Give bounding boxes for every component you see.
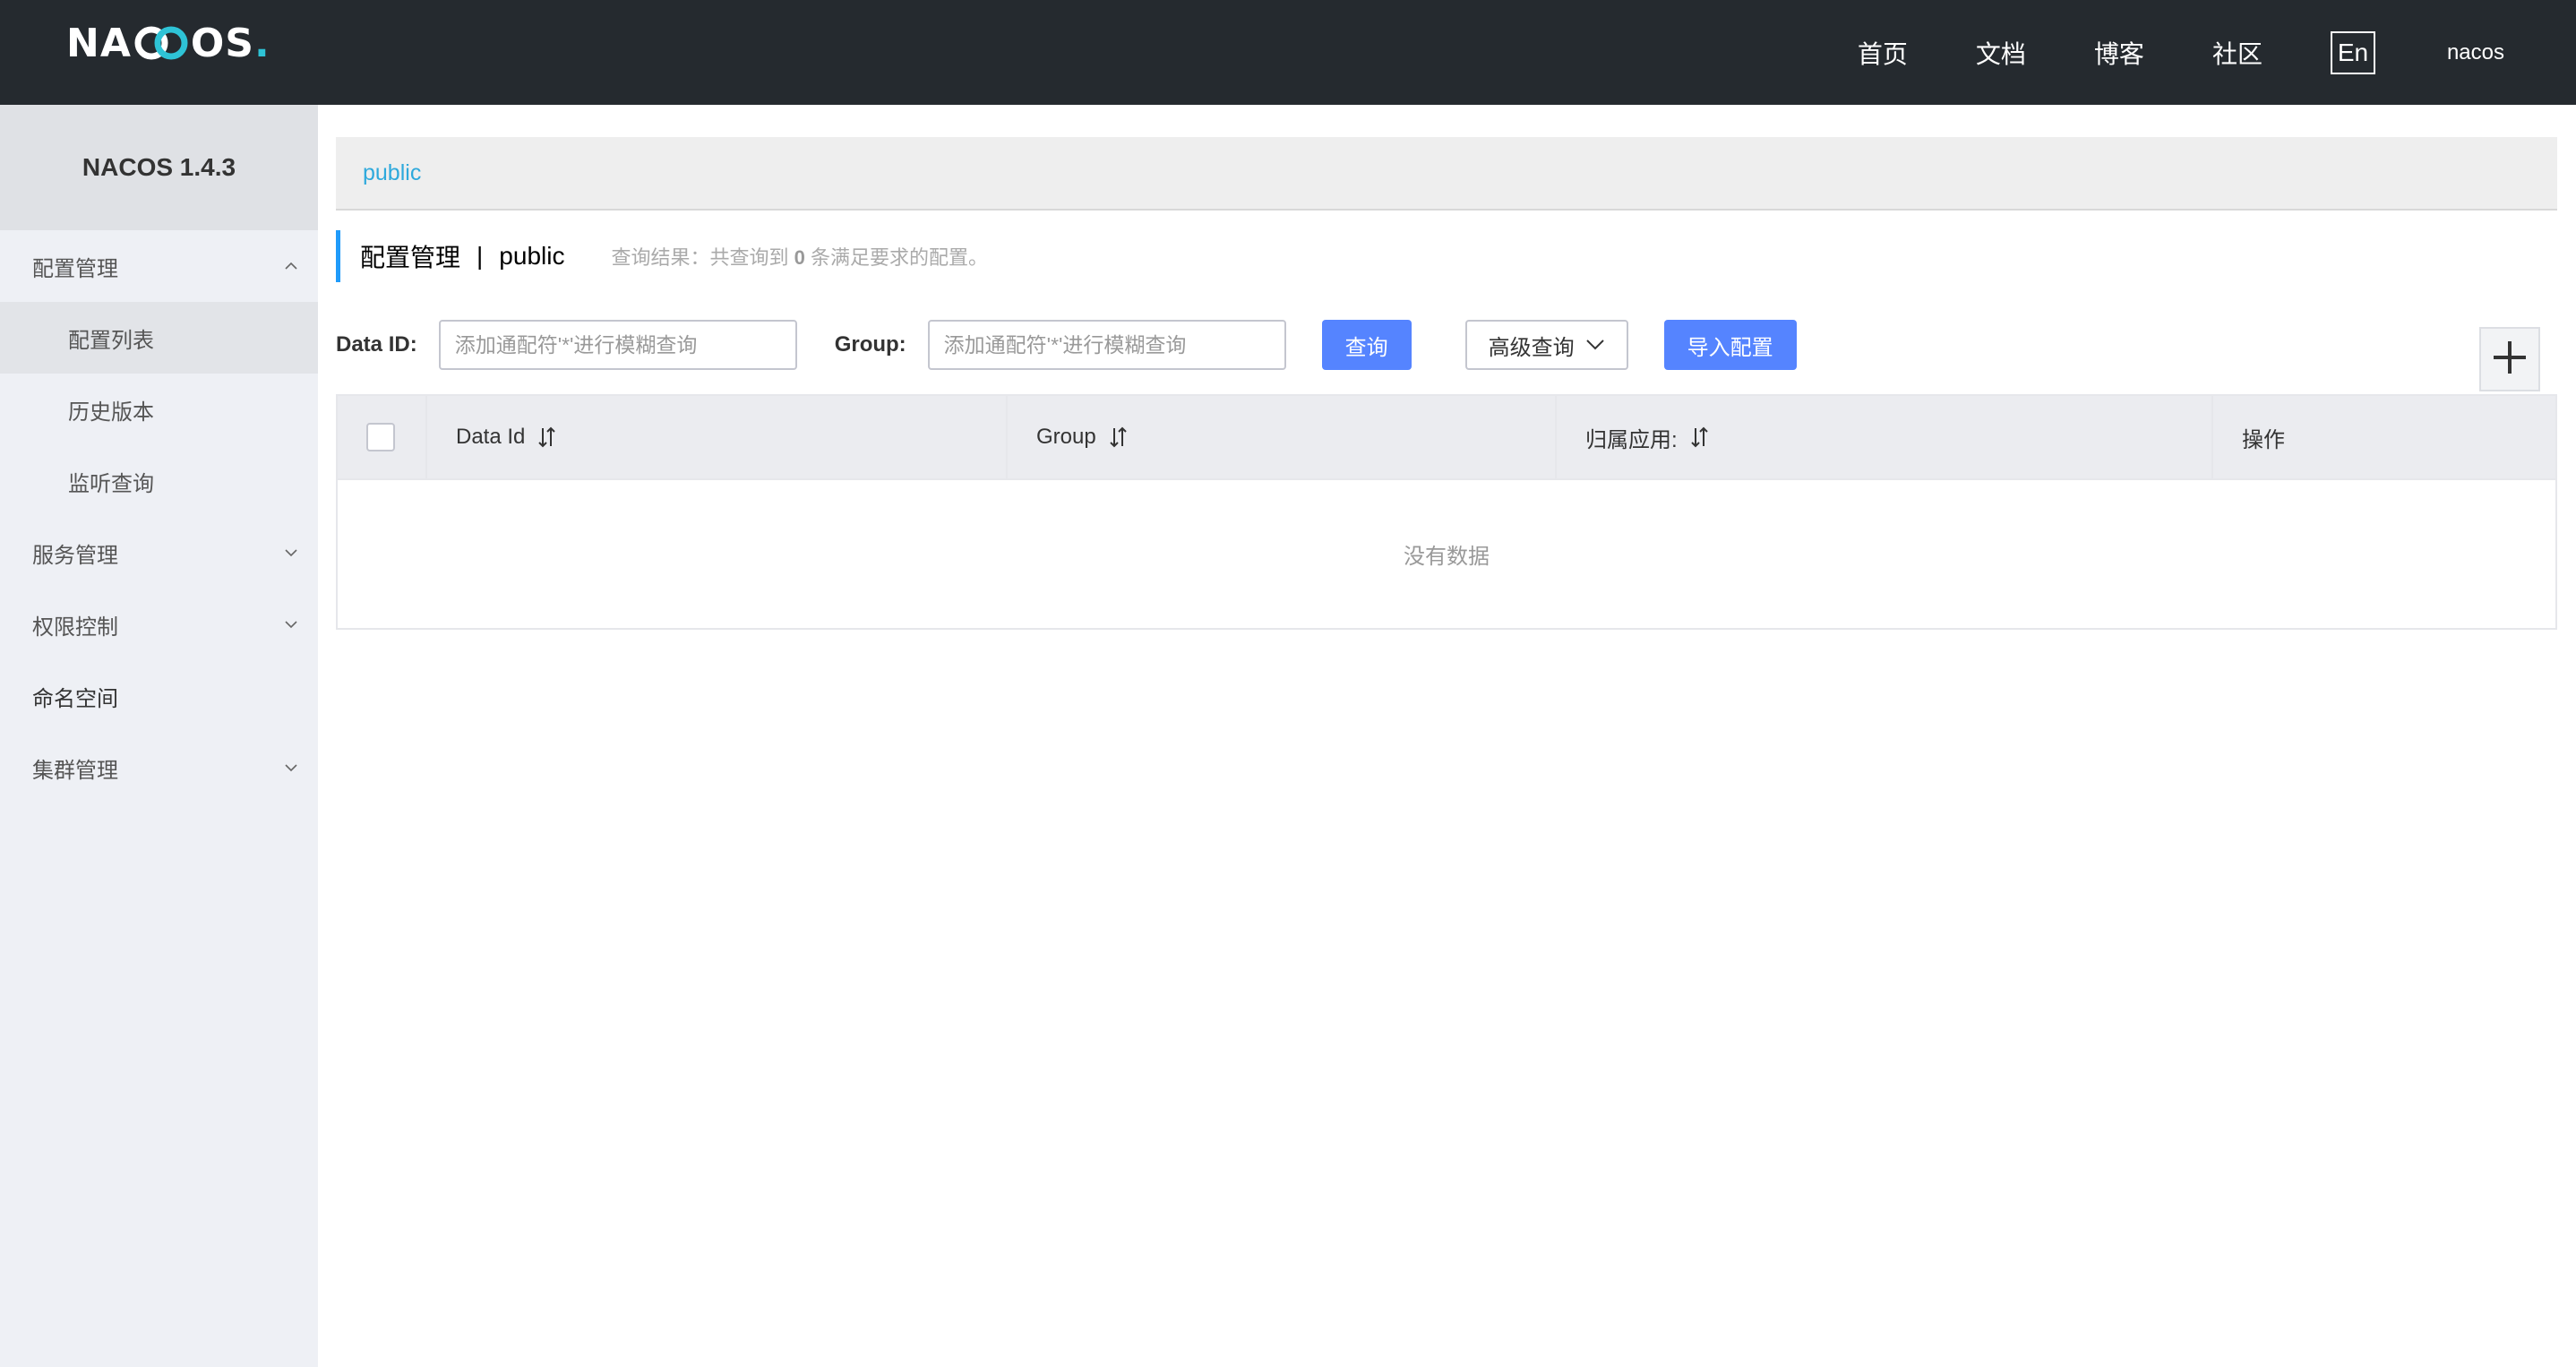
add-config-button[interactable] bbox=[2479, 327, 2540, 391]
username[interactable]: nacos bbox=[2447, 40, 2504, 65]
nav-blog-link[interactable]: 博客 bbox=[2094, 35, 2144, 71]
sidebar-item-label: 权限控制 bbox=[32, 615, 118, 640]
advanced-query-button[interactable]: 高级查询 bbox=[1464, 320, 1628, 370]
sidebar-title: NACOS 1.4.3 bbox=[0, 105, 318, 230]
column-header-label: Data Id bbox=[456, 425, 526, 449]
sidebar-item-service-management[interactable]: 服务管理 bbox=[0, 517, 318, 589]
sidebar-item-access-control[interactable]: 权限控制 bbox=[0, 589, 318, 660]
logo-dot: . bbox=[253, 20, 270, 66]
chevron-down-icon bbox=[284, 761, 298, 775]
result-suffix: 条满足要求的配置。 bbox=[810, 246, 988, 269]
sidebar-item-config-list[interactable]: 配置列表 bbox=[0, 302, 318, 374]
nav-docs-link[interactable]: 文档 bbox=[1976, 35, 2026, 71]
top-nav: 首页 文档 博客 社区 En nacos bbox=[1858, 0, 2576, 105]
logo-text-end: OS bbox=[190, 20, 254, 66]
empty-state-text: 没有数据 bbox=[1404, 545, 1490, 569]
data-id-label: Data ID: bbox=[336, 332, 417, 357]
column-header-app[interactable]: 归属应用: bbox=[1557, 396, 2213, 478]
select-all-checkbox[interactable] bbox=[366, 423, 395, 451]
select-all-cell bbox=[338, 396, 427, 478]
logo-text-start: NA bbox=[66, 20, 132, 66]
sidebar-item-label: 服务管理 bbox=[32, 543, 118, 568]
column-header-label: Group bbox=[1036, 425, 1096, 449]
sort-icon[interactable] bbox=[1690, 426, 1710, 449]
top-header: NA OS . 首页 文档 博客 社区 En nacos bbox=[0, 0, 2576, 105]
table-body: 没有数据 bbox=[338, 480, 2555, 628]
sidebar-item-label: 配置管理 bbox=[32, 256, 118, 281]
import-config-button[interactable]: 导入配置 bbox=[1663, 320, 1797, 370]
column-header-group[interactable]: Group bbox=[1008, 396, 1557, 478]
advanced-query-label: 高级查询 bbox=[1488, 335, 1575, 360]
sidebar-item-label: 历史版本 bbox=[68, 400, 154, 425]
namespace-bar: public bbox=[336, 137, 2557, 211]
group-label: Group: bbox=[834, 332, 906, 357]
sidebar: NACOS 1.4.3 配置管理 配置列表 历史版本 监听查询 服务管理 权限控… bbox=[0, 105, 318, 1367]
page-header: 配置管理 | public 查询结果：共查询到 0 条满足要求的配置。 bbox=[336, 230, 988, 282]
language-switch-button[interactable]: En bbox=[2330, 30, 2375, 74]
main-content: public 配置管理 | public 查询结果：共查询到 0 条满足要求的配… bbox=[318, 105, 2576, 1367]
sidebar-item-label: 命名空间 bbox=[32, 686, 118, 711]
chevron-up-icon bbox=[284, 259, 298, 273]
nacos-logo[interactable]: NA OS . bbox=[66, 20, 270, 66]
config-table: Data Id Group 归属应用: 操作 没有数据 bbox=[336, 394, 2557, 630]
column-header-label: 归属应用: bbox=[1585, 427, 1678, 452]
plus-icon bbox=[2490, 338, 2529, 382]
logo-ring-icon bbox=[133, 25, 189, 61]
sort-icon[interactable] bbox=[1109, 426, 1129, 449]
chevron-down-icon bbox=[284, 546, 298, 560]
sort-icon[interactable] bbox=[537, 426, 557, 449]
chevron-down-icon bbox=[1585, 332, 1605, 357]
sidebar-item-label: 监听查询 bbox=[68, 471, 154, 496]
query-result-summary: 查询结果：共查询到 0 条满足要求的配置。 bbox=[611, 242, 988, 271]
result-prefix: 查询结果：共查询到 bbox=[611, 246, 789, 269]
search-form: Data ID: Group: 查询 高级查询 导入配置 bbox=[336, 320, 2575, 370]
column-header-actions: 操作 bbox=[2213, 396, 2555, 478]
data-id-input[interactable] bbox=[438, 320, 797, 370]
page-title: 配置管理 bbox=[360, 244, 461, 271]
chevron-down-icon bbox=[284, 617, 298, 632]
column-header-label: 操作 bbox=[2242, 427, 2285, 452]
column-header-data-id[interactable]: Data Id bbox=[427, 396, 1008, 478]
group-input[interactable] bbox=[927, 320, 1286, 370]
nav-home-link[interactable]: 首页 bbox=[1858, 35, 1908, 71]
namespace-tab-public[interactable]: public bbox=[363, 160, 421, 186]
namespace-name: public bbox=[499, 242, 565, 270]
sidebar-item-cluster-management[interactable]: 集群管理 bbox=[0, 732, 318, 804]
sidebar-item-history[interactable]: 历史版本 bbox=[0, 374, 318, 445]
nav-community-link[interactable]: 社区 bbox=[2212, 35, 2263, 71]
sidebar-item-label: 集群管理 bbox=[32, 758, 118, 783]
sidebar-item-listener-query[interactable]: 监听查询 bbox=[0, 445, 318, 517]
query-button[interactable]: 查询 bbox=[1321, 320, 1412, 370]
result-count: 0 bbox=[794, 246, 805, 269]
table-header: Data Id Group 归属应用: 操作 bbox=[338, 396, 2555, 480]
sidebar-item-label: 配置列表 bbox=[68, 328, 154, 353]
title-separator: | bbox=[477, 242, 484, 270]
sidebar-item-namespace[interactable]: 命名空间 bbox=[0, 660, 318, 732]
sidebar-item-config-management[interactable]: 配置管理 bbox=[0, 230, 318, 302]
